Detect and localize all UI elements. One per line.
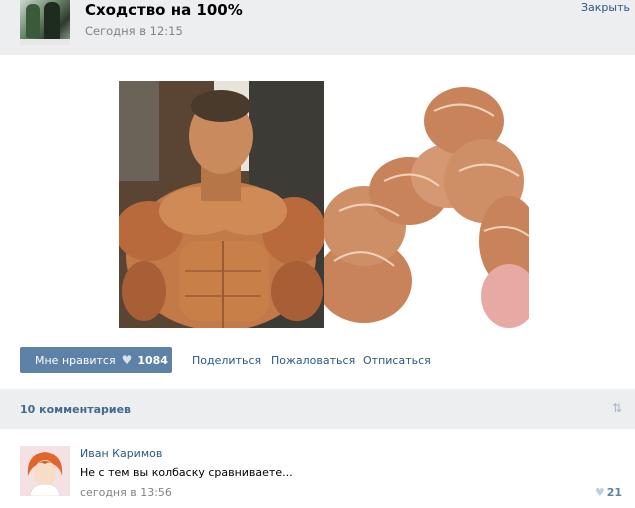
heart-icon: ♥ — [121, 353, 133, 367]
sort-arrows-icon[interactable]: ⇅ — [612, 401, 622, 415]
comments-header: 10 комментариев ⇅ — [0, 389, 635, 429]
sausage-photo[interactable] — [324, 81, 529, 328]
bodybuilder-photo[interactable] — [119, 81, 324, 328]
comment-avatar[interactable] — [20, 446, 70, 496]
like-label: Мне нравится — [35, 353, 116, 367]
heart-icon: ♥ — [594, 486, 605, 499]
bodybuilder-image — [119, 81, 324, 328]
like-button[interactable]: Мне нравится ♥ 1084 — [20, 347, 172, 373]
avatar-image — [20, 446, 70, 496]
comment-text: Не с тем вы колбаску сравниваете... — [80, 466, 293, 479]
comment-timestamp[interactable]: сегодня в 13:56 — [80, 486, 172, 499]
report-link[interactable]: Пожаловаться — [271, 354, 355, 367]
sausage-image — [324, 81, 529, 328]
group-avatar[interactable] — [20, 0, 70, 45]
post-header: Сходство на 100% Сегодня в 12:15 Закрыть — [0, 0, 635, 55]
comment-like-button[interactable]: ♥ 21 — [595, 486, 622, 499]
comment-author[interactable]: Иван Каримов — [80, 447, 162, 460]
post-title: Сходство на 100% — [85, 1, 243, 19]
post-timestamp[interactable]: Сегодня в 12:15 — [85, 24, 183, 38]
comments-count[interactable]: 10 комментариев — [20, 403, 131, 416]
like-count: 1084 — [137, 353, 168, 367]
close-link[interactable]: Закрыть — [581, 1, 630, 14]
share-link[interactable]: Поделиться — [192, 354, 261, 367]
comment-like-count: 21 — [606, 486, 622, 499]
unsubscribe-link[interactable]: Отписаться — [363, 354, 431, 367]
